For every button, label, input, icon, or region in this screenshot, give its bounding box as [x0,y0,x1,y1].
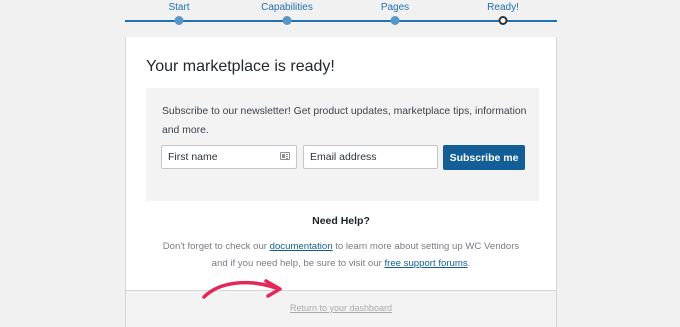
annotation-arrow-icon [202,279,282,299]
support-forums-link[interactable]: free support forums [384,258,467,269]
contact-card-icon [280,152,290,160]
setup-panel: Your marketplace is ready! Subscribe to … [125,37,557,290]
documentation-link[interactable]: documentation [270,241,333,252]
help-text-segment: Don't forget to check our [162,241,270,252]
step-dot-capabilities[interactable] [282,16,292,25]
step-dot-pages[interactable] [390,16,400,25]
step-label-capabilities: Capabilities [261,2,313,13]
step-label-ready: Ready! [487,2,519,13]
page-title: Your marketplace is ready! [146,58,335,75]
subscribe-button[interactable]: Subscribe me [443,145,525,170]
step-dot-start[interactable] [174,16,184,25]
help-text-segment: . [467,258,471,269]
step-label-start: Start [168,2,190,13]
help-title: Need Help? [312,215,370,227]
return-to-dashboard-link[interactable]: Return to your dashboard [126,303,556,313]
email-field[interactable] [303,145,438,169]
help-text: Don't forget to check our documentation … [126,238,556,272]
newsletter-box: Subscribe to our newsletter! Get product… [146,88,539,201]
progress-line [125,20,557,22]
setup-steps: Start Capabilities Pages Ready! [125,0,557,37]
first-name-wrapper [161,145,297,169]
help-text-segment: and if you need help, be sure to visit o… [211,258,385,269]
step-label-pages: Pages [380,2,410,13]
step-dot-ready [498,16,508,25]
help-text-segment: to learn more about setting up WC Vendor… [332,241,520,252]
newsletter-text: Subscribe to our newsletter! Get product… [162,106,527,136]
first-name-field[interactable] [161,145,297,169]
panel-footer: Return to your dashboard [125,290,557,327]
